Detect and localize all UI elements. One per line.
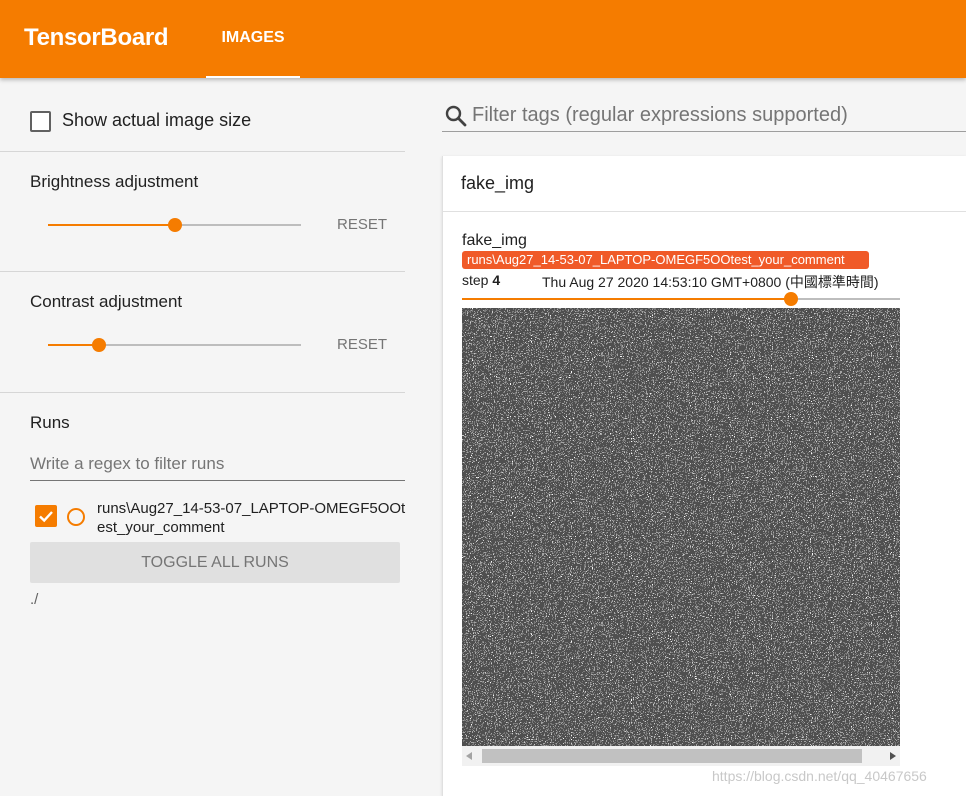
tag-filter-placeholder: Filter tags (regular expressions support…	[472, 104, 848, 126]
run-name: runs\Aug27_14-53-07_LAPTOP-OMEGF5OOtest_…	[97, 500, 406, 536]
sidebar-divider	[0, 271, 405, 272]
slider-thumb[interactable]	[167, 218, 182, 232]
slider-thumb[interactable]	[783, 292, 798, 306]
image-tag-label: fake_img	[462, 232, 527, 249]
sidebar-divider	[0, 392, 405, 393]
contrast-title: Contrast adjustment	[30, 292, 183, 311]
brightness-reset-button[interactable]: RESET	[332, 213, 392, 237]
checkmark-icon	[39, 511, 53, 523]
tab-images-label: IMAGES	[221, 29, 285, 46]
brightness-title: Brightness adjustment	[30, 172, 199, 191]
step-slider[interactable]	[462, 289, 900, 309]
slider-fill	[48, 224, 175, 226]
top-app-bar: TensorBoard IMAGES	[0, 0, 966, 78]
show-actual-size-checkbox[interactable]	[30, 111, 51, 132]
app-title: TensorBoard	[24, 24, 169, 51]
search-icon	[445, 105, 467, 127]
watermark: https://blog.csdn.net/qq_40467656	[712, 768, 927, 784]
sidebar-divider	[0, 151, 405, 152]
runs-filter-input[interactable]: Write a regex to filter runs	[30, 450, 405, 481]
log-directory: ./	[30, 591, 39, 608]
noise-image-graphic	[462, 308, 900, 746]
scroll-left-arrow-icon[interactable]	[466, 752, 472, 760]
scroll-right-arrow-icon[interactable]	[890, 752, 896, 760]
step-value: 4	[492, 272, 501, 288]
main-divider	[442, 156, 443, 796]
tag-filter-input[interactable]: Filter tags (regular expressions support…	[442, 100, 966, 132]
contrast-slider[interactable]	[48, 335, 301, 355]
horizontal-scrollbar[interactable]	[462, 746, 900, 766]
slider-fill	[462, 298, 791, 300]
show-actual-size-label[interactable]: Show actual image size	[62, 110, 251, 131]
step-label: step 4	[462, 272, 500, 288]
active-tab-indicator	[206, 76, 300, 78]
runs-filter-placeholder: Write a regex to filter runs	[30, 454, 225, 473]
runs-title: Runs	[30, 413, 70, 432]
tab-images[interactable]: IMAGES	[206, 0, 300, 78]
step-prefix: step	[462, 272, 489, 288]
run-color-radio[interactable]	[67, 508, 85, 526]
slider-thumb[interactable]	[91, 338, 106, 352]
noise-image	[462, 308, 900, 746]
run-badge: runs\Aug27_14-53-07_LAPTOP-OMEGF5OOtest_…	[462, 251, 869, 269]
toggle-all-runs-button[interactable]: TOGGLE ALL RUNS	[30, 542, 400, 583]
card-title: fake_img	[461, 173, 535, 193]
contrast-reset-button[interactable]: RESET	[332, 333, 392, 357]
brightness-slider[interactable]	[48, 215, 301, 235]
scrollbar-thumb[interactable]	[482, 749, 862, 763]
card-header[interactable]: fake_img	[442, 156, 966, 212]
run-checkbox[interactable]	[35, 505, 57, 527]
